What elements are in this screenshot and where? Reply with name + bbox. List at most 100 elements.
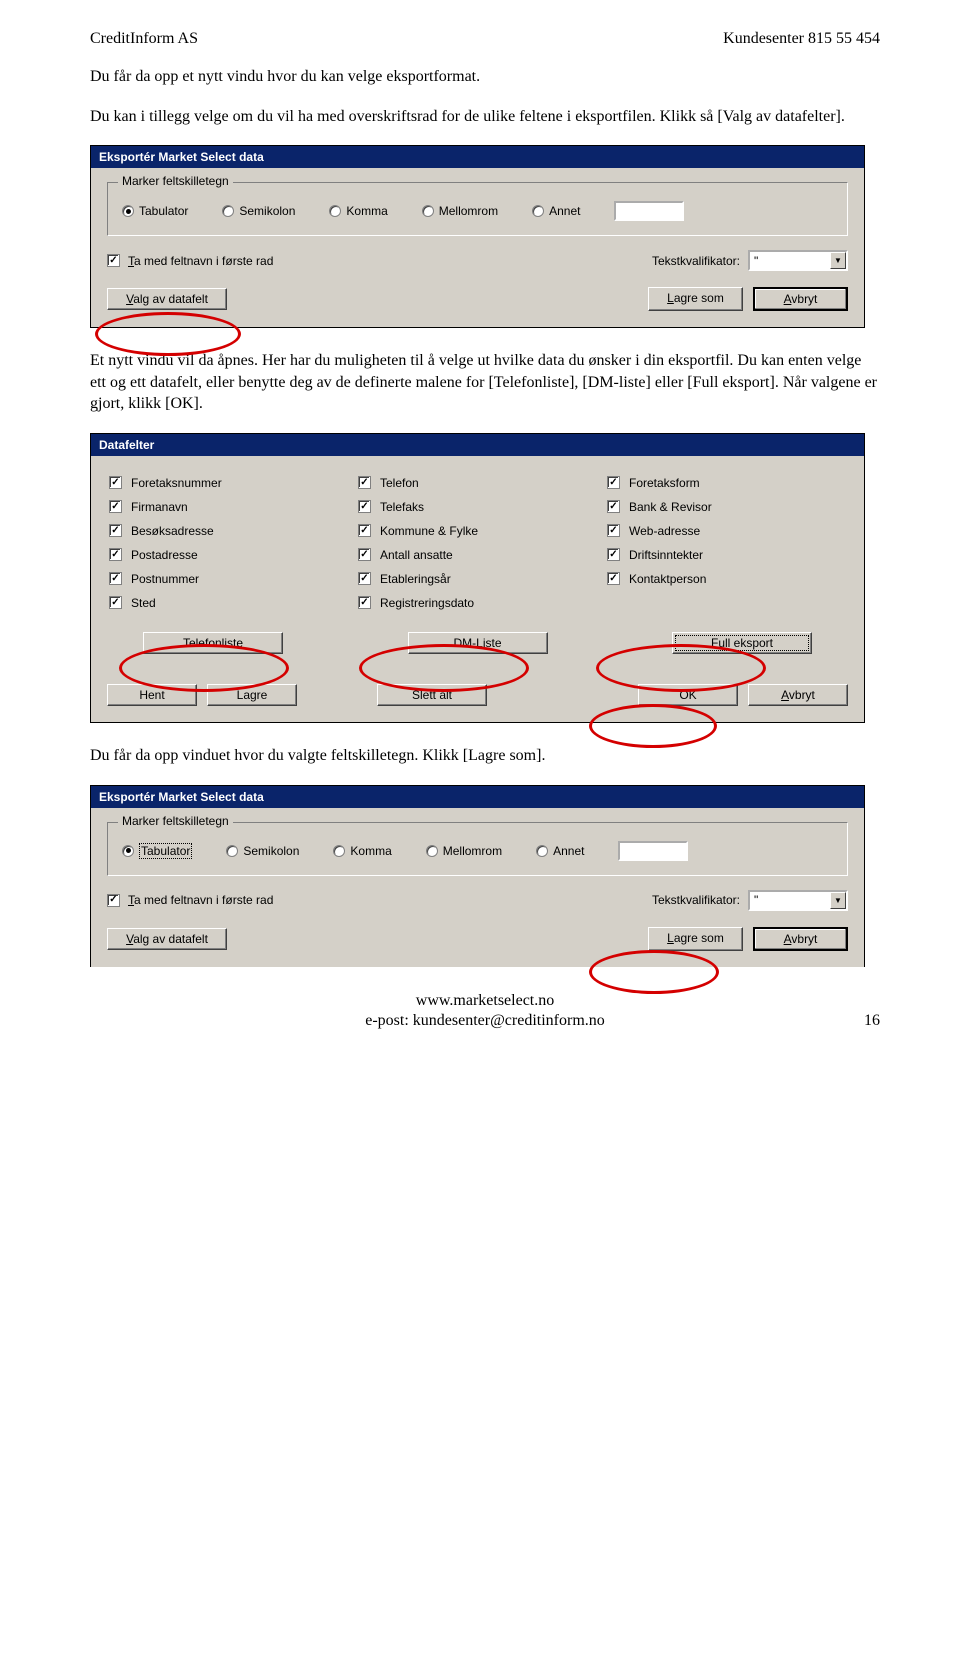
- field-kontaktperson[interactable]: Kontaktperson: [607, 572, 846, 586]
- lagre-som-button[interactable]: Lagre som: [648, 927, 743, 951]
- radio-tabulator[interactable]: Tabulator: [122, 843, 192, 859]
- checkbox-icon: [109, 572, 122, 585]
- field-telefaks[interactable]: Telefaks: [358, 500, 597, 514]
- radio-semikolon[interactable]: Semikolon: [222, 204, 295, 218]
- include-firstrow-label: Ta med feltnavn i første rad: [128, 254, 273, 268]
- radio-icon: [122, 205, 134, 217]
- delimiter-group: Marker feltskilletegn Tabulator Semikolo…: [107, 182, 848, 236]
- checkbox-icon: [109, 548, 122, 561]
- radio-mellomrom[interactable]: Mellomrom: [422, 204, 498, 218]
- radio-annet[interactable]: Annet: [532, 204, 580, 218]
- radio-tabulator[interactable]: Tabulator: [122, 204, 188, 218]
- field-registreringsdato[interactable]: Registreringsdato: [358, 596, 597, 610]
- include-firstrow-label: Ta med feltnavn i første rad: [128, 893, 273, 907]
- full-eksport-button[interactable]: Full eksport: [672, 632, 812, 654]
- checkbox-icon: [358, 476, 371, 489]
- telefonliste-button[interactable]: Telefonliste: [143, 632, 283, 654]
- dialog-title: Eksportér Market Select data: [91, 786, 864, 808]
- field-foretaksnummer[interactable]: Foretaksnummer: [109, 476, 348, 490]
- radio-annet[interactable]: Annet: [536, 844, 584, 858]
- radio-icon: [422, 205, 434, 217]
- field-driftsinntekter[interactable]: Driftsinntekter: [607, 548, 846, 562]
- radio-mellomrom[interactable]: Mellomrom: [426, 844, 502, 858]
- field-firmanavn[interactable]: Firmanavn: [109, 500, 348, 514]
- checkbox-icon[interactable]: [107, 894, 120, 907]
- delimiter-group: Marker feltskilletegn Tabulator Semikolo…: [107, 822, 848, 876]
- export-dialog-2: Eksportér Market Select data Marker felt…: [90, 785, 865, 967]
- checkbox-icon: [607, 476, 620, 489]
- paragraph-4: Du får da opp vinduet hvor du valgte fel…: [90, 745, 880, 767]
- avbryt-button[interactable]: Avbryt: [753, 287, 848, 311]
- dialog-title: Eksportér Market Select data: [91, 146, 864, 168]
- checkbox-icon: [109, 524, 122, 537]
- field-web-adresse[interactable]: Web-adresse: [607, 524, 846, 538]
- textqualifier-combo[interactable]: " ▼: [748, 250, 848, 271]
- group-title: Marker feltskilletegn: [118, 174, 233, 188]
- dialog-title: Datafelter: [91, 434, 864, 456]
- checkbox-icon: [109, 500, 122, 513]
- field-postadresse[interactable]: Postadresse: [109, 548, 348, 562]
- dm-liste-button[interactable]: DM-Liste: [408, 632, 548, 654]
- radio-icon: [226, 845, 238, 857]
- fields-grid: Foretaksnummer Telefon Foretaksform Firm…: [109, 476, 846, 610]
- header-right: Kundesenter 815 55 454: [723, 30, 880, 48]
- field-kommune-fylke[interactable]: Kommune & Fylke: [358, 524, 597, 538]
- radio-komma[interactable]: Komma: [329, 204, 387, 218]
- checkbox-icon: [358, 596, 371, 609]
- checkbox-icon: [358, 524, 371, 537]
- checkbox-icon: [109, 596, 122, 609]
- field-postnummer[interactable]: Postnummer: [109, 572, 348, 586]
- checkbox-icon: [607, 572, 620, 585]
- valg-av-datafelt-button[interactable]: Valg av datafelt: [107, 288, 227, 310]
- annotation-ellipse: [589, 704, 717, 748]
- radio-icon: [532, 205, 544, 217]
- paragraph-2: Du kan i tillegg velge om du vil ha med …: [90, 106, 880, 128]
- checkbox-icon: [607, 500, 620, 513]
- radio-icon: [222, 205, 234, 217]
- valg-av-datafelt-button[interactable]: Valg av datafelt: [107, 928, 227, 950]
- textqualifier-label: Tekstkvalifikator:: [652, 893, 740, 907]
- lagre-button[interactable]: Lagre: [207, 684, 297, 706]
- delimiter-custom-input[interactable]: [614, 201, 684, 221]
- field-telefon[interactable]: Telefon: [358, 476, 597, 490]
- chevron-down-icon: ▼: [830, 892, 846, 909]
- field-etableringsaar[interactable]: Etableringsår: [358, 572, 597, 586]
- paragraph-1: Du får da opp et nytt vindu hvor du kan …: [90, 66, 880, 88]
- field-besoksadresse[interactable]: Besøksadresse: [109, 524, 348, 538]
- paragraph-3: Et nytt vindu vil da åpnes. Her har du m…: [90, 350, 880, 415]
- avbryt-button[interactable]: Avbryt: [753, 927, 848, 951]
- lagre-som-button[interactable]: Lagre som: [648, 287, 743, 311]
- textqualifier-label: Tekstkvalifikator:: [652, 254, 740, 268]
- radio-icon: [329, 205, 341, 217]
- checkbox-icon: [109, 476, 122, 489]
- checkbox-icon: [358, 548, 371, 561]
- slett-alt-button[interactable]: Slett alt: [377, 684, 487, 706]
- chevron-down-icon: ▼: [830, 252, 846, 269]
- checkbox-icon: [607, 548, 620, 561]
- avbryt-button-2[interactable]: Avbryt: [748, 684, 848, 706]
- field-bank-revisor[interactable]: Bank & Revisor: [607, 500, 846, 514]
- page-number: 16: [864, 1011, 880, 1032]
- page-footer: www.marketselect.no e-post: kundesenter@…: [90, 991, 880, 1033]
- radio-semikolon[interactable]: Semikolon: [226, 844, 299, 858]
- ok-button[interactable]: OK: [638, 684, 738, 706]
- checkbox-icon: [358, 572, 371, 585]
- hent-button[interactable]: Hent: [107, 684, 197, 706]
- field-foretaksform[interactable]: Foretaksform: [607, 476, 846, 490]
- group-title: Marker feltskilletegn: [118, 814, 233, 828]
- radio-komma[interactable]: Komma: [333, 844, 391, 858]
- textqualifier-combo[interactable]: " ▼: [748, 890, 848, 911]
- header-left: CreditInform AS: [90, 30, 198, 48]
- checkbox-icon: [607, 524, 620, 537]
- footer-link2: e-post: kundesenter@creditinform.no: [90, 1011, 880, 1032]
- radio-icon: [122, 845, 134, 857]
- datafelter-dialog: Datafelter Foretaksnummer Telefon Foreta…: [90, 433, 865, 723]
- radio-icon: [536, 845, 548, 857]
- checkbox-icon[interactable]: [107, 254, 120, 267]
- field-antall-ansatte[interactable]: Antall ansatte: [358, 548, 597, 562]
- radio-icon: [426, 845, 438, 857]
- delimiter-custom-input[interactable]: [618, 841, 688, 861]
- field-sted[interactable]: Sted: [109, 596, 348, 610]
- footer-link1: www.marketselect.no: [90, 991, 880, 1012]
- radio-icon: [333, 845, 345, 857]
